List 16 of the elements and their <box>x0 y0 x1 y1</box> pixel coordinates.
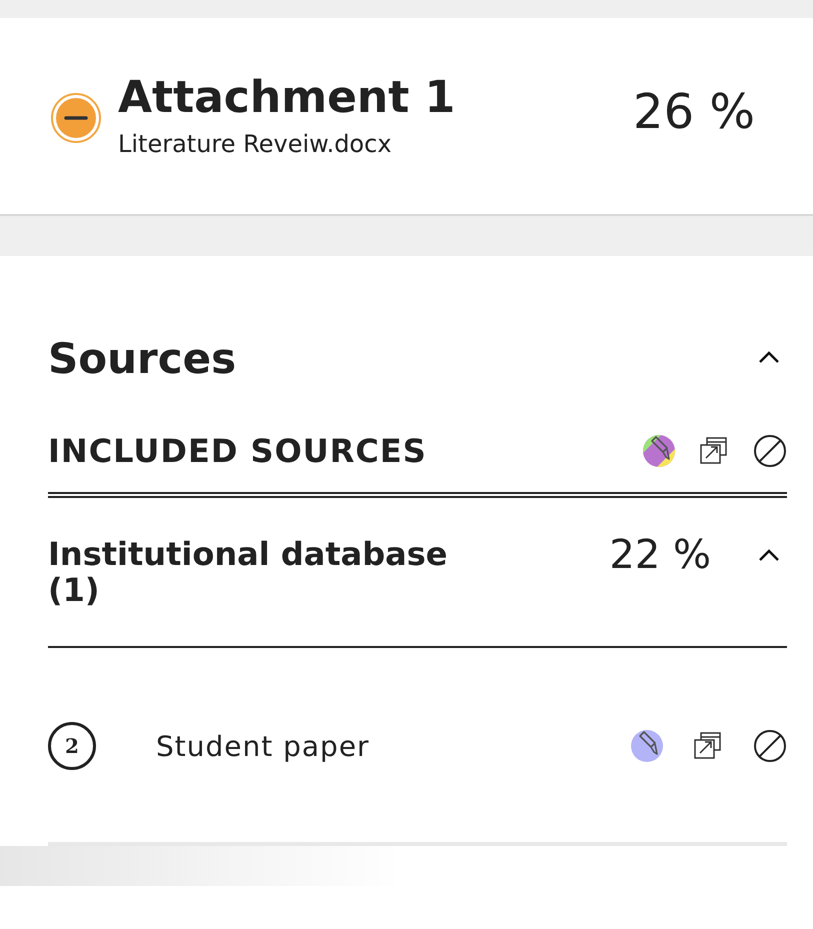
exclude-icon[interactable] <box>753 434 787 468</box>
section-label: INCLUDED SOURCES <box>48 432 427 470</box>
group-percentage: 22 % <box>609 531 711 578</box>
exclude-icon[interactable] <box>753 729 787 763</box>
section-heading: Sources <box>48 334 236 382</box>
attachment-title: Attachment 1 <box>118 72 456 124</box>
highlighter-icon[interactable] <box>631 730 663 762</box>
minus-circle-icon <box>50 92 102 144</box>
file-name: Literature Reveiw.docx <box>118 129 393 160</box>
open-window-icon[interactable] <box>693 731 723 761</box>
highlighter-icon[interactable] <box>643 435 675 467</box>
open-window-icon[interactable] <box>699 436 729 466</box>
source-name[interactable]: Student paper <box>156 730 631 762</box>
source-number: 2 <box>48 722 96 770</box>
similarity-percentage: 26 % <box>633 84 755 140</box>
source-group-name: Institutional database (1) <box>48 534 448 608</box>
